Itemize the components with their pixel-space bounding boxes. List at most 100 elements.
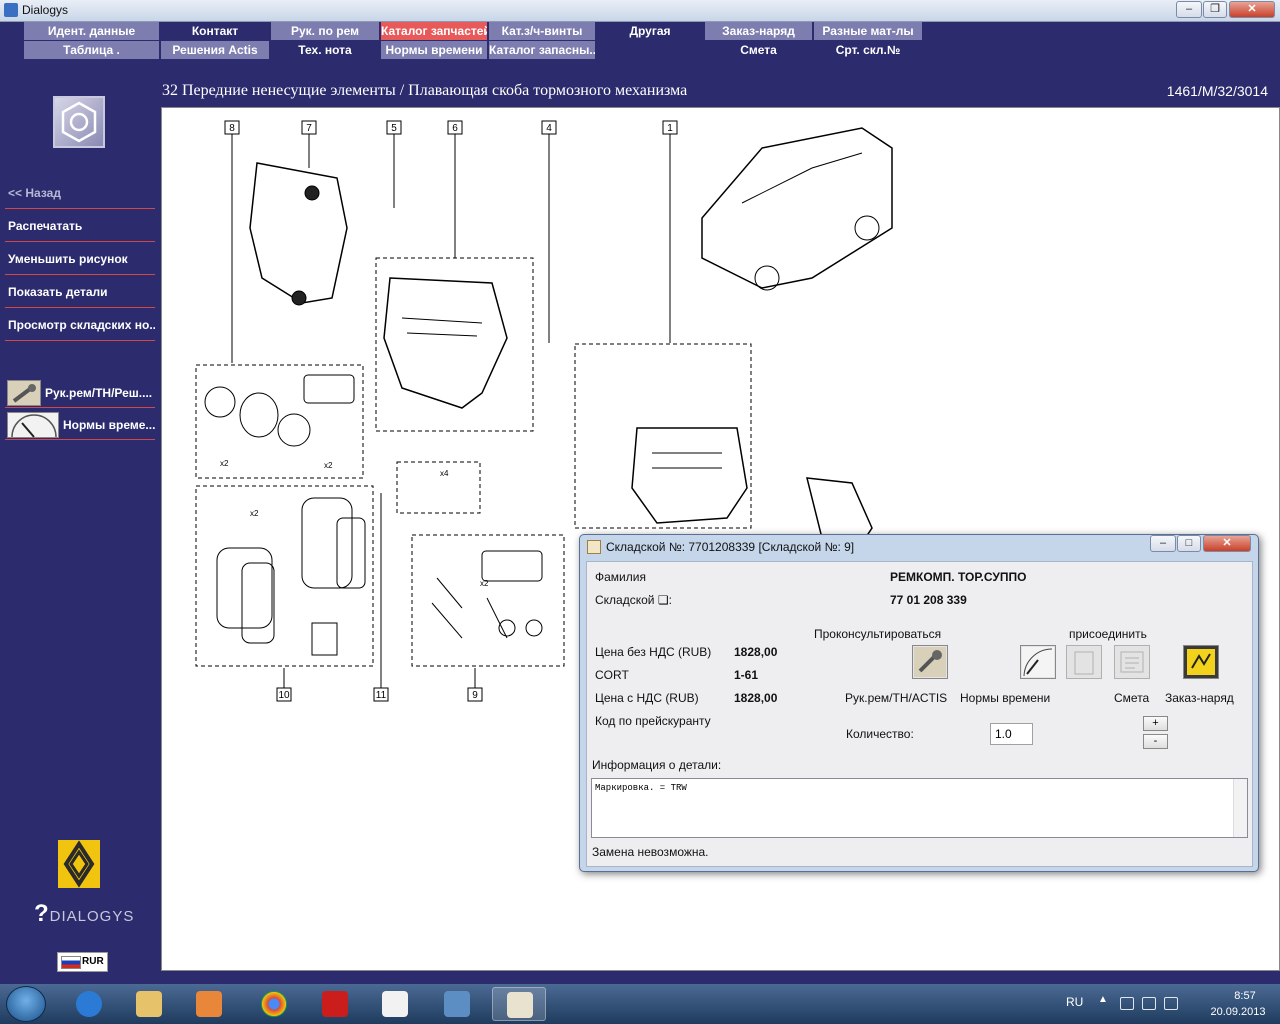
stock-view-button[interactable]: Просмотр складских но...	[5, 310, 155, 341]
action-center-icon[interactable]	[1142, 997, 1156, 1010]
menu-labour-times[interactable]: Нормы времени	[381, 41, 487, 59]
menu-repair-manual[interactable]: Рук. по рем	[271, 22, 379, 40]
dialogys-logo: ?DIALOGYS	[34, 900, 144, 930]
part-info-label: Информация о детали:	[592, 758, 722, 772]
consult-label: Проконсультироваться	[814, 627, 942, 641]
part-info-text: Маркировка. = TRW	[595, 783, 687, 793]
part-info-textarea[interactable]: Маркировка. = TRW	[591, 778, 1248, 838]
callout-10[interactable]: 10	[278, 690, 290, 701]
file-explorer-icon[interactable]	[122, 987, 176, 1021]
yandex-browser-icon[interactable]	[368, 987, 422, 1021]
nut-logo-icon	[53, 96, 105, 148]
app-icon	[4, 3, 18, 17]
dialog-title: Складской №: 7701208339 [Складской №: 9]	[606, 540, 855, 554]
price-no-vat-value: 1828,00	[734, 645, 778, 659]
java-app-icon[interactable]	[492, 987, 546, 1021]
internet-explorer-icon[interactable]	[62, 987, 116, 1021]
quantity-increment-button[interactable]: +	[1143, 716, 1168, 731]
work-order-button[interactable]	[1183, 645, 1219, 679]
currency-label: RUR	[82, 956, 104, 967]
shrink-drawing-button[interactable]: Уменьшить рисунок	[5, 244, 155, 275]
menu-misc-materials[interactable]: Разные мат-лы	[814, 22, 922, 40]
callout-9[interactable]: 9	[472, 690, 478, 701]
price-no-vat-label: Цена без НДС (RUB)	[595, 645, 712, 659]
labour-times-button[interactable]	[1020, 645, 1056, 679]
qty-note: x2	[480, 579, 489, 588]
callout-7[interactable]: 7	[306, 123, 312, 134]
menu-parts-catalog[interactable]: Каталог запчастей	[381, 22, 487, 40]
dialog-maximize-button[interactable]: □	[1177, 535, 1201, 552]
start-button[interactable]	[6, 986, 46, 1022]
work-order-icon	[1187, 649, 1215, 675]
qty-note: x2	[250, 509, 259, 518]
java-icon	[587, 540, 601, 554]
attach-label: присоединить	[1069, 627, 1147, 641]
menu-catalog-screws[interactable]: Кат.з/ч-винты	[489, 22, 595, 40]
language-indicator[interactable]: RU	[1066, 995, 1083, 1009]
network-icon[interactable]	[1120, 997, 1134, 1010]
speaker-icon[interactable]	[430, 987, 484, 1021]
callout-1[interactable]: 1	[667, 123, 673, 134]
menu-stock-no[interactable]: Срт. скл.№	[814, 41, 922, 59]
cort-label: CORT	[595, 668, 629, 682]
repair-manual-tool-label: Рук.рем/ТН/Реш....	[45, 386, 153, 400]
dialog-close-button[interactable]: ✕	[1203, 535, 1251, 552]
qty-note: x4	[440, 469, 449, 478]
media-player-icon[interactable]	[182, 987, 236, 1021]
menu-estimate[interactable]: Смета	[705, 41, 812, 59]
menu-tech-note[interactable]: Тех. нота	[271, 41, 379, 59]
top-menu: Идент. данные Контакт Рук. по рем Катало…	[24, 22, 924, 60]
print-button[interactable]: Распечатать	[5, 211, 155, 242]
attach-button-1[interactable]	[1066, 645, 1102, 679]
volume-icon[interactable]	[1164, 997, 1178, 1010]
menu-contact[interactable]: Контакт	[161, 22, 269, 40]
callout-11[interactable]: 11	[376, 690, 387, 701]
estimate-button[interactable]	[1114, 645, 1150, 679]
stock-value: 77 01 208 339	[890, 593, 967, 607]
callout-6[interactable]: 6	[452, 123, 458, 134]
menu-actis-solutions[interactable]: Решения Actis	[161, 41, 269, 59]
quantity-decrement-button[interactable]: -	[1143, 734, 1168, 749]
labour-times-tool[interactable]: Нормы време...	[5, 410, 155, 440]
labour-times-tool-label: Нормы време...	[63, 418, 155, 432]
repair-manual-caption: Рук.рем/ТН/ACTIS	[845, 691, 948, 705]
show-details-button[interactable]: Показать детали	[5, 277, 155, 308]
stock-label: Складской ❏:	[595, 593, 672, 607]
gauge-icon	[7, 412, 59, 438]
replacement-status: Замена невозможна.	[592, 845, 709, 859]
application-window: Dialogys – ❐ ✕ Идент. данные Контакт Рук…	[0, 0, 1280, 1024]
price-vat-label: Цена с НДС (RUB)	[595, 691, 699, 705]
callout-5[interactable]: 5	[391, 123, 397, 134]
russia-flag-icon	[61, 956, 81, 969]
menu-spare-catalog[interactable]: Каталог запасны...	[489, 41, 595, 59]
qty-note: x2	[220, 459, 229, 468]
cort-value: 1-61	[734, 668, 759, 682]
callout-8[interactable]: 8	[229, 123, 235, 134]
clock-date[interactable]: 20.09.2013	[1198, 1006, 1278, 1018]
menu-ident-data[interactable]: Идент. данные	[24, 22, 159, 40]
menu-table[interactable]: Таблица .	[24, 41, 159, 59]
show-hidden-icons-icon[interactable]: ▲	[1098, 994, 1108, 1005]
close-button[interactable]: ✕	[1229, 1, 1275, 18]
repair-manual-tool[interactable]: Рук.рем/ТН/Реш....	[5, 378, 155, 408]
question-mark-icon: ?	[34, 900, 50, 927]
currency-selector[interactable]: RUR	[57, 952, 108, 972]
clock-time[interactable]: 8:57	[1215, 990, 1275, 1002]
repair-manual-button[interactable]	[912, 645, 948, 679]
labour-times-caption: Нормы времени	[960, 691, 1051, 705]
breadcrumb: 32 Передние ненесущие элементы / Плавающ…	[160, 78, 1280, 106]
back-link[interactable]: << Назад	[5, 178, 155, 209]
quantity-input[interactable]: 1.0	[990, 723, 1033, 745]
menu-other[interactable]: Другая	[597, 22, 703, 40]
callout-4[interactable]: 4	[546, 123, 552, 134]
menu-work-order[interactable]: Заказ-наряд	[705, 22, 812, 40]
scrollbar[interactable]	[1233, 779, 1247, 837]
work-order-caption: Заказ-наряд	[1165, 691, 1234, 705]
restore-button[interactable]: ❐	[1203, 1, 1227, 18]
dialog-minimize-button[interactable]: –	[1150, 535, 1176, 552]
chrome-icon[interactable]	[247, 987, 301, 1021]
kaspersky-icon[interactable]	[308, 987, 362, 1021]
family-label: Фамилия	[595, 570, 646, 584]
estimate-icon	[1120, 651, 1144, 673]
minimize-button[interactable]: –	[1176, 1, 1202, 18]
